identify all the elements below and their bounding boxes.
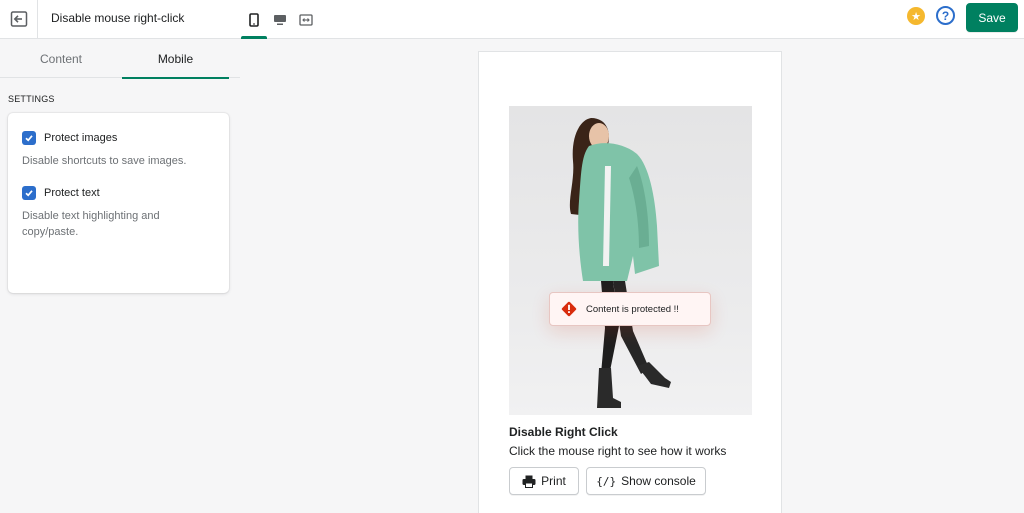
show-console-label: Show console	[621, 474, 696, 488]
code-icon: {/}	[596, 474, 617, 488]
model-photo	[569, 118, 671, 408]
top-bar: Disable mouse right-click ★ ? Save	[0, 0, 1024, 39]
show-console-button[interactable]: {/} Show console	[586, 467, 706, 495]
fullscreen-icon	[299, 13, 313, 26]
mobile-view-button[interactable]	[241, 0, 267, 39]
fullscreen-view-button[interactable]	[293, 0, 319, 39]
settings-panel: Content Mobile SETTINGS Protect images D…	[0, 40, 240, 513]
protect-images-label: Protect images	[44, 132, 118, 144]
help-icon[interactable]: ?	[936, 6, 955, 25]
exit-icon	[10, 11, 27, 27]
save-button[interactable]: Save	[966, 3, 1018, 32]
tab-bar: Content Mobile	[0, 40, 240, 79]
print-button[interactable]: Print	[509, 467, 579, 495]
protect-text-label: Protect text	[44, 187, 100, 199]
printer-icon	[522, 475, 536, 488]
tab-content[interactable]: Content	[0, 40, 122, 78]
protect-images-help: Disable shortcuts to save images.	[22, 155, 187, 167]
product-title: Disable Right Click	[509, 425, 618, 439]
protect-text-checkbox[interactable]: Protect text	[22, 186, 100, 200]
settings-card: Protect images Disable shortcuts to save…	[8, 113, 229, 293]
toast-message: Content is protected !!	[586, 303, 679, 315]
star-rating-icon[interactable]: ★	[907, 7, 925, 25]
protect-images-checkbox[interactable]: Protect images	[22, 131, 117, 145]
protect-text-help: Disable text highlighting and copy/paste…	[22, 210, 160, 238]
tab-mobile[interactable]: Mobile	[122, 40, 229, 79]
desktop-icon	[274, 14, 286, 25]
mobile-preview: Content is protected !! Disable Right Cl…	[478, 51, 782, 513]
app-title: Disable mouse right-click	[51, 11, 185, 25]
checkbox-checked-icon	[22, 131, 36, 145]
mobile-icon	[249, 12, 259, 27]
exit-button[interactable]	[0, 0, 38, 38]
protection-toast: Content is protected !!	[549, 292, 711, 326]
print-label: Print	[541, 474, 566, 488]
view-switcher	[241, 0, 319, 39]
warning-icon	[560, 300, 578, 318]
product-image: Content is protected !!	[509, 106, 752, 415]
product-description: Click the mouse right to see how it work…	[509, 444, 727, 458]
checkbox-checked-icon	[22, 186, 36, 200]
desktop-view-button[interactable]	[267, 0, 293, 39]
settings-heading: SETTINGS	[8, 94, 55, 104]
